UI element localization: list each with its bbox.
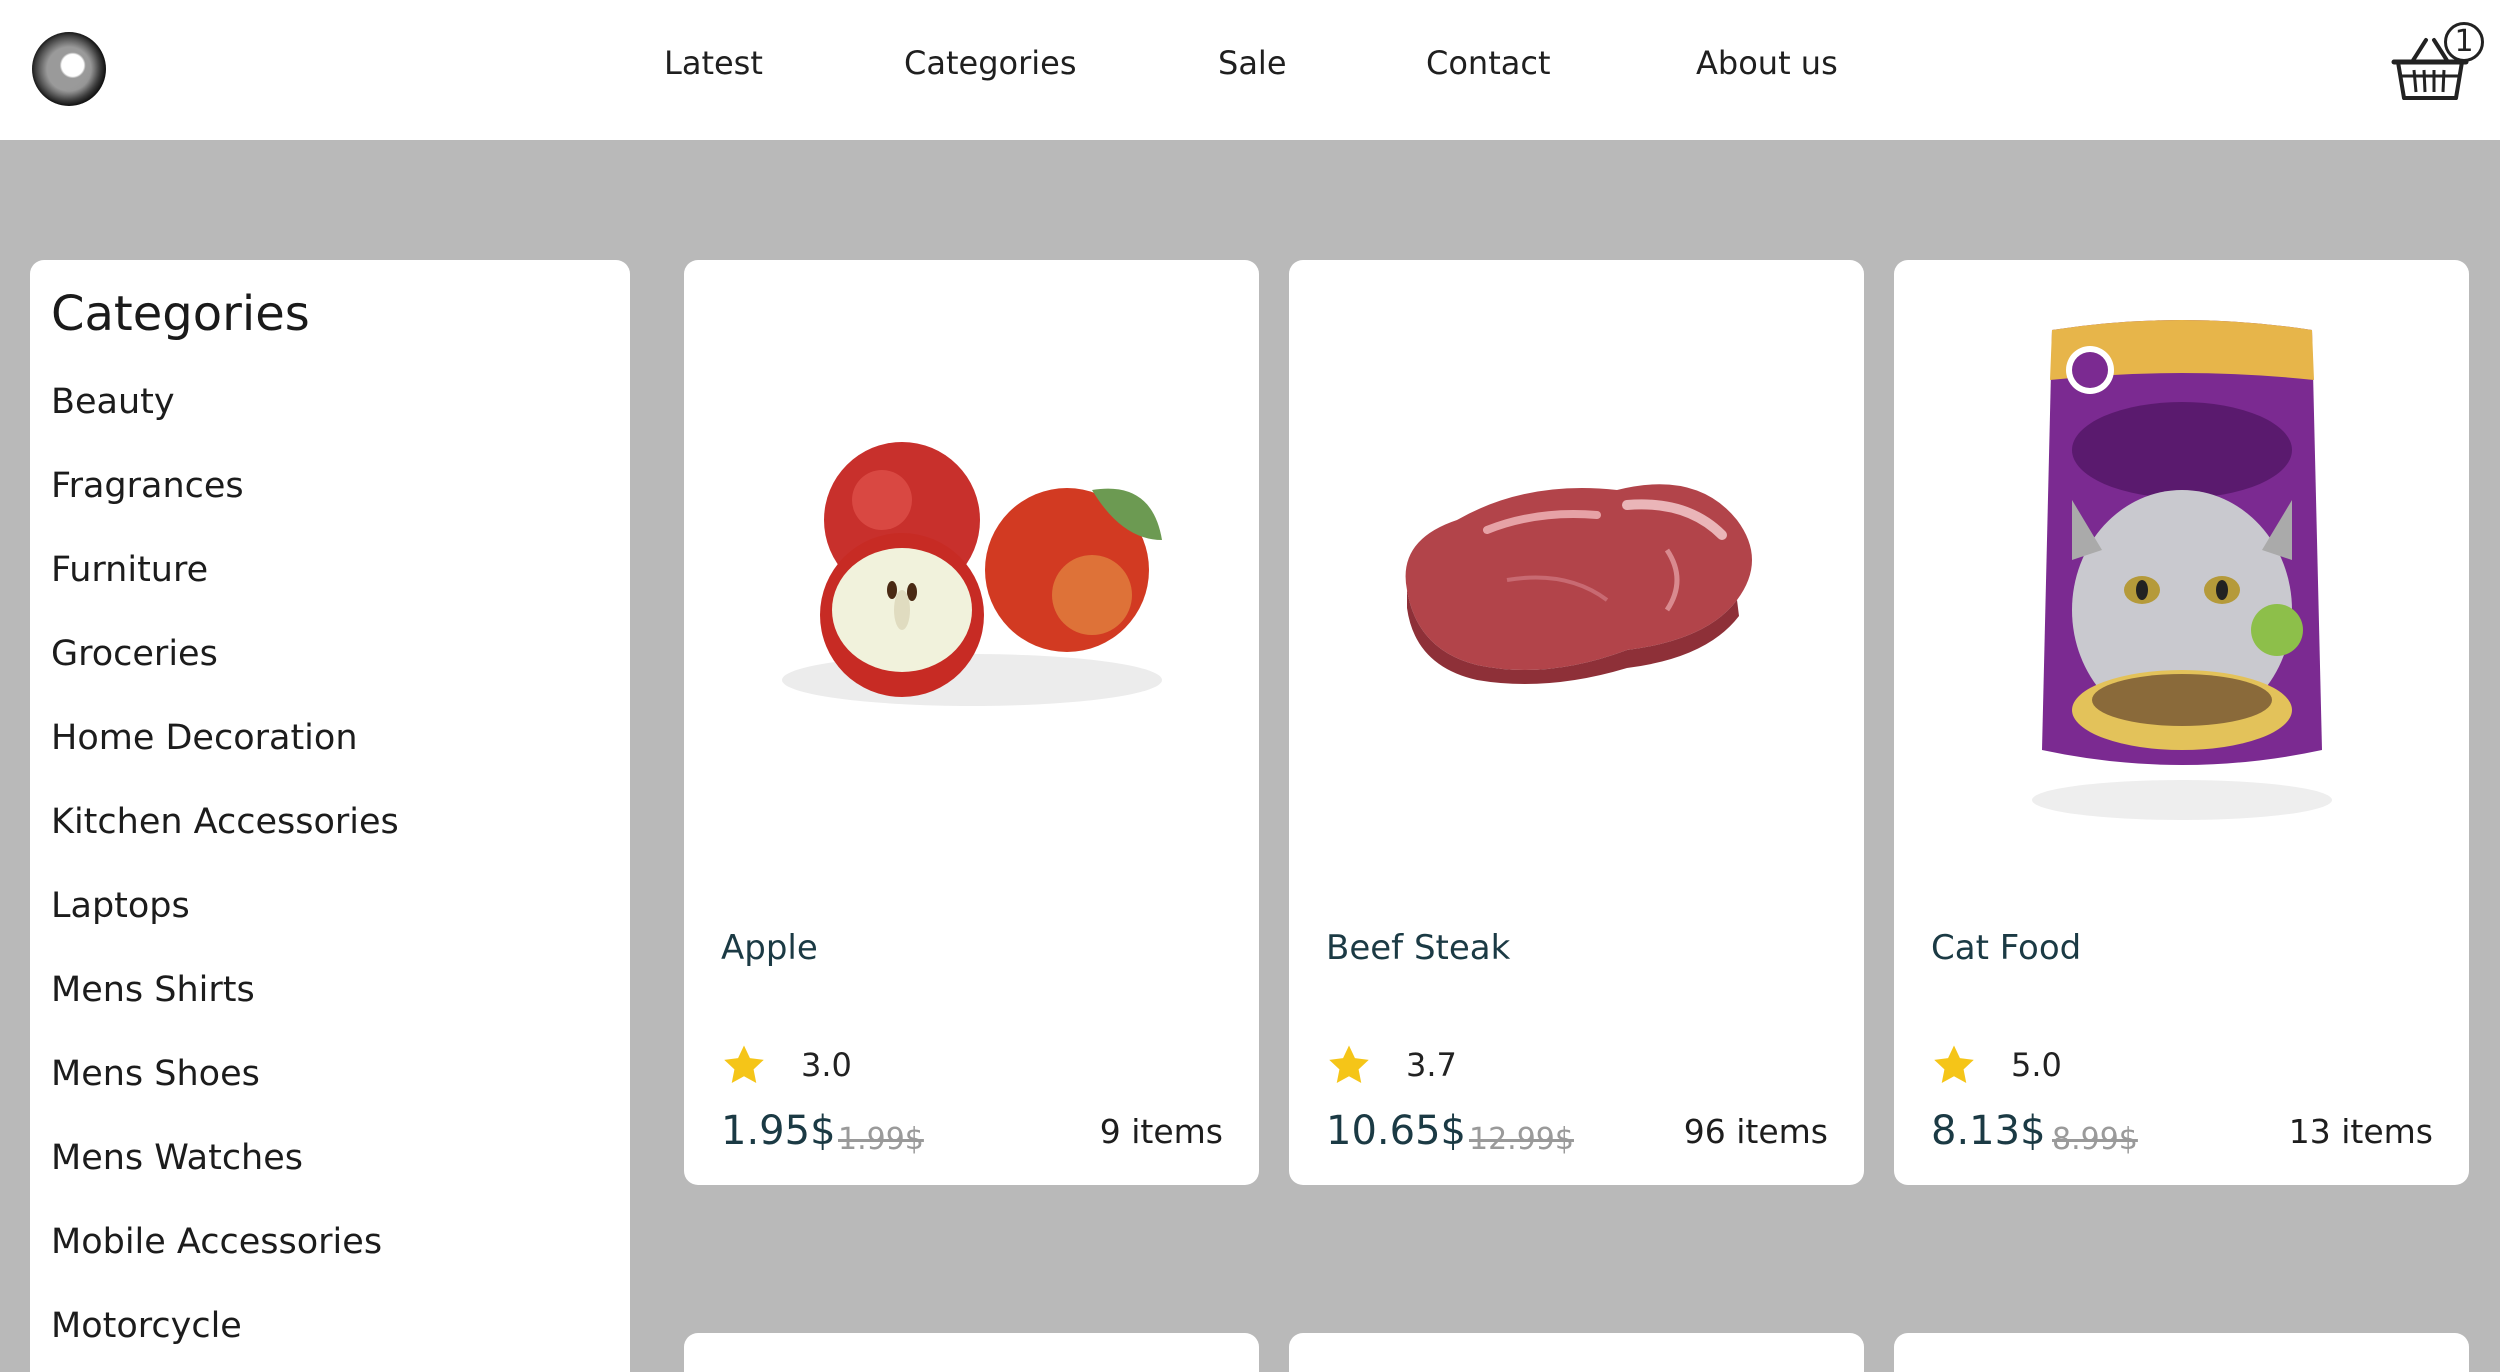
product-price: 10.65$ <box>1326 1108 1466 1154</box>
nav-sale[interactable]: Sale <box>1218 42 1287 84</box>
rating-value: 5.0 <box>2011 1046 2062 1084</box>
product-old-price: 1.99$ <box>838 1122 924 1157</box>
product-old-price: 12.99$ <box>1469 1122 1574 1157</box>
product-old-price: 8.99$ <box>2052 1122 2138 1157</box>
category-item-home-decoration[interactable]: Home Decoration <box>51 716 630 800</box>
top-navigation-bar: Latest Categories Sale Contact About us … <box>0 0 2500 140</box>
product-card-beef-steak[interactable]: Beef Steak 3.7 10.65$ 12.99$ 96 items <box>1289 260 1864 1185</box>
sidebar-title: Categories <box>51 286 310 342</box>
product-card[interactable] <box>684 1333 1259 1372</box>
category-item-groceries[interactable]: Groceries <box>51 632 630 716</box>
product-stock: 13 items <box>2288 1112 2433 1151</box>
product-price: 1.95$ <box>721 1108 836 1154</box>
beef-steak-image <box>1289 260 1864 880</box>
star-icon <box>1329 1045 1369 1084</box>
nav-about-us[interactable]: About us <box>1696 42 1838 84</box>
product-name[interactable]: Cat Food <box>1931 928 2081 968</box>
nav-latest[interactable]: Latest <box>664 42 763 84</box>
category-item-mens-shoes[interactable]: Mens Shoes <box>51 1052 630 1136</box>
rating-value: 3.0 <box>801 1046 852 1084</box>
cat-food-image <box>1894 260 2469 880</box>
product-card[interactable] <box>1894 1333 2469 1372</box>
product-name[interactable]: Apple <box>721 928 818 968</box>
nav-contact[interactable]: Contact <box>1426 42 1551 84</box>
product-card-cat-food[interactable]: Cat Food 5.0 8.13$ 8.99$ 13 items <box>1894 260 2469 1185</box>
category-list: Beauty Fragrances Furniture Groceries Ho… <box>51 380 630 1372</box>
product-name[interactable]: Beef Steak <box>1326 928 1510 968</box>
product-price: 8.13$ <box>1931 1108 2046 1154</box>
product-stock: 9 items <box>1099 1112 1223 1151</box>
nav-categories[interactable]: Categories <box>904 42 1076 84</box>
rating-value: 3.7 <box>1406 1046 1457 1084</box>
category-item-motorcycle[interactable]: Motorcycle <box>51 1304 630 1372</box>
star-icon <box>1934 1045 1974 1084</box>
category-item-furniture[interactable]: Furniture <box>51 548 630 632</box>
product-card-apple[interactable]: Apple 3.0 1.95$ 1.99$ 9 items <box>684 260 1259 1185</box>
apple-image <box>684 260 1259 880</box>
category-item-fragrances[interactable]: Fragrances <box>51 464 630 548</box>
star-icon <box>724 1045 764 1084</box>
category-item-mens-watches[interactable]: Mens Watches <box>51 1136 630 1220</box>
category-item-laptops[interactable]: Laptops <box>51 884 630 968</box>
cart-count-badge: 1 <box>2444 22 2484 62</box>
category-item-mobile-accessories[interactable]: Mobile Accessories <box>51 1220 630 1304</box>
product-stock: 96 items <box>1683 1112 1828 1151</box>
product-card[interactable] <box>1289 1333 1864 1372</box>
cart-button[interactable]: 1 <box>2390 22 2484 110</box>
category-item-kitchen-accessories[interactable]: Kitchen Accessories <box>51 800 630 884</box>
category-item-mens-shirts[interactable]: Mens Shirts <box>51 968 630 1052</box>
category-item-beauty[interactable]: Beauty <box>51 380 630 464</box>
logo[interactable] <box>32 32 106 106</box>
categories-sidebar: Categories Beauty Fragrances Furniture G… <box>30 260 630 1372</box>
